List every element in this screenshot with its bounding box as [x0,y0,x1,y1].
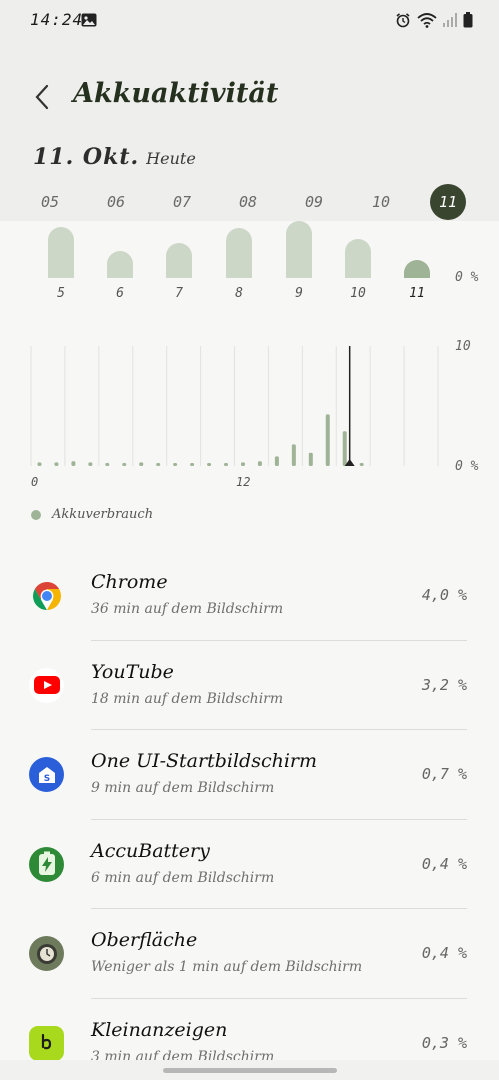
app-usage: 9 min auf dem Bildschirm [91,780,275,796]
app-percent: 3,2 % [421,675,467,694]
app-name: AccuBattery [91,839,210,862]
app-row[interactable]: Oberfläche Weniger als 1 min auf dem Bil… [0,909,499,999]
status-icons [395,12,473,28]
status-time: 14:24 [30,10,84,29]
hour-bar [240,462,245,466]
app-usage: 6 min auf dem Bildschirm [91,869,275,886]
app-row[interactable]: Chrome 36 min auf dem Bildschirm 4,0 % [0,551,499,641]
chrome-icon [29,578,64,613]
week-label: 11 [409,286,425,301]
hour-bar [71,461,76,466]
x-tick-label: 0 [31,475,39,489]
back-button[interactable] [28,82,56,112]
week-bar[interactable] [286,221,312,278]
app-name: Chrome [91,571,168,593]
week-bar[interactable] [226,227,252,278]
status-bar: 14:24 [0,0,499,44]
week-bar[interactable] [48,226,74,278]
one-ui-home-icon: S [29,757,64,792]
app-percent: 4,0 % [421,586,467,604]
alarm-icon [396,13,410,28]
wifi-icon [417,13,437,28]
app-row[interactable]: AccuBattery 6 min auf dem Bildschirm 0,4… [0,820,499,909]
app-percent: 0,4 % [421,854,467,873]
day-tab[interactable]: 08 [230,184,266,220]
app-name: Kleinanzeigen [91,1018,228,1041]
day-tab[interactable]: 10 [363,184,399,220]
y-tick-top: 10 [455,339,471,354]
selected-date: 11. Okt. [33,144,140,170]
weekly-usage-chart: 5 6 7 8 9 10 11 0 % [0,221,499,306]
week-label: 10 [350,286,366,301]
hour-bar [257,461,262,466]
day-tab-selected[interactable]: 11 [430,184,466,220]
chevron-left-icon [35,84,49,110]
app-name: One UI-Startbildschirm [91,750,318,772]
week-bar[interactable] [345,239,371,278]
app-row[interactable]: S One UI-Startbildschirm 9 min auf dem B… [0,730,499,820]
date-header: 11. Okt. Heute [33,144,196,170]
legend-label: Akkuverbrauch [52,507,154,522]
week-axis-label: 0 % [455,270,479,285]
chart-legend: Akkuverbrauch [31,507,153,522]
hour-bar [88,462,93,466]
week-label: 6 [116,286,124,301]
y-tick-bottom: 0 % [455,459,479,474]
app-percent: 0,7 % [421,765,467,783]
week-label: 9 [295,286,303,301]
hour-bar [325,414,330,466]
x-tick-label: 12 [236,475,251,489]
gesture-handle[interactable] [163,1068,337,1073]
hour-bar [308,452,313,466]
hour-bar [173,463,178,466]
week-label: 7 [175,286,183,301]
hour-bar [190,463,195,466]
week-label: 8 [235,286,243,301]
app-usage: 36 min auf dem Bildschirm [91,601,284,617]
week-bar[interactable] [107,251,133,278]
battery-icon [463,12,473,28]
hour-bar [359,463,364,466]
hour-bar [105,463,110,466]
svg-text:S: S [43,774,49,784]
day-tab[interactable]: 06 [98,184,134,220]
app-name: YouTube [91,660,174,683]
oberflaeche-icon [29,936,64,971]
accubattery-icon [29,846,64,882]
day-tabs: 05 06 07 08 09 10 11 [0,184,499,220]
app-usage: Weniger als 1 min auf dem Bildschirm [91,959,363,975]
week-bar[interactable] [166,242,192,278]
hour-bar [342,431,347,466]
hour-bar [291,444,296,466]
hour-bar [224,463,229,466]
hour-bar [37,462,42,466]
gallery-icon [81,13,97,27]
app-usage-list: Chrome 36 min auf dem Bildschirm 4,0 % Y… [0,551,499,1080]
app-name: Oberfläche [91,929,198,951]
hourly-usage-chart: 10 0 % 0 12 [0,330,499,500]
hour-bar [156,463,161,466]
week-label: 5 [57,286,65,301]
hour-bar [207,463,212,466]
date-subtitle: Heute [146,149,196,168]
app-usage: 18 min auf dem Bildschirm [91,690,284,707]
page-title: Akkuaktivität [73,78,279,109]
hour-bar [122,463,127,466]
day-tab[interactable]: 05 [32,184,68,220]
hour-bar [274,456,279,466]
app-row[interactable]: YouTube 18 min auf dem Bildschirm 3,2 % [0,641,499,730]
hour-bar [139,462,144,466]
youtube-icon [29,667,64,703]
week-bar[interactable] [404,259,430,278]
day-tab[interactable]: 09 [296,184,332,220]
legend-swatch [31,509,41,520]
day-tab[interactable]: 07 [164,184,200,220]
hour-bar [54,462,59,466]
app-percent: 0,4 % [421,944,467,962]
kleinanzeigen-icon [29,1025,64,1061]
app-percent: 0,3 % [421,1033,467,1052]
signal-icon [443,13,457,27]
